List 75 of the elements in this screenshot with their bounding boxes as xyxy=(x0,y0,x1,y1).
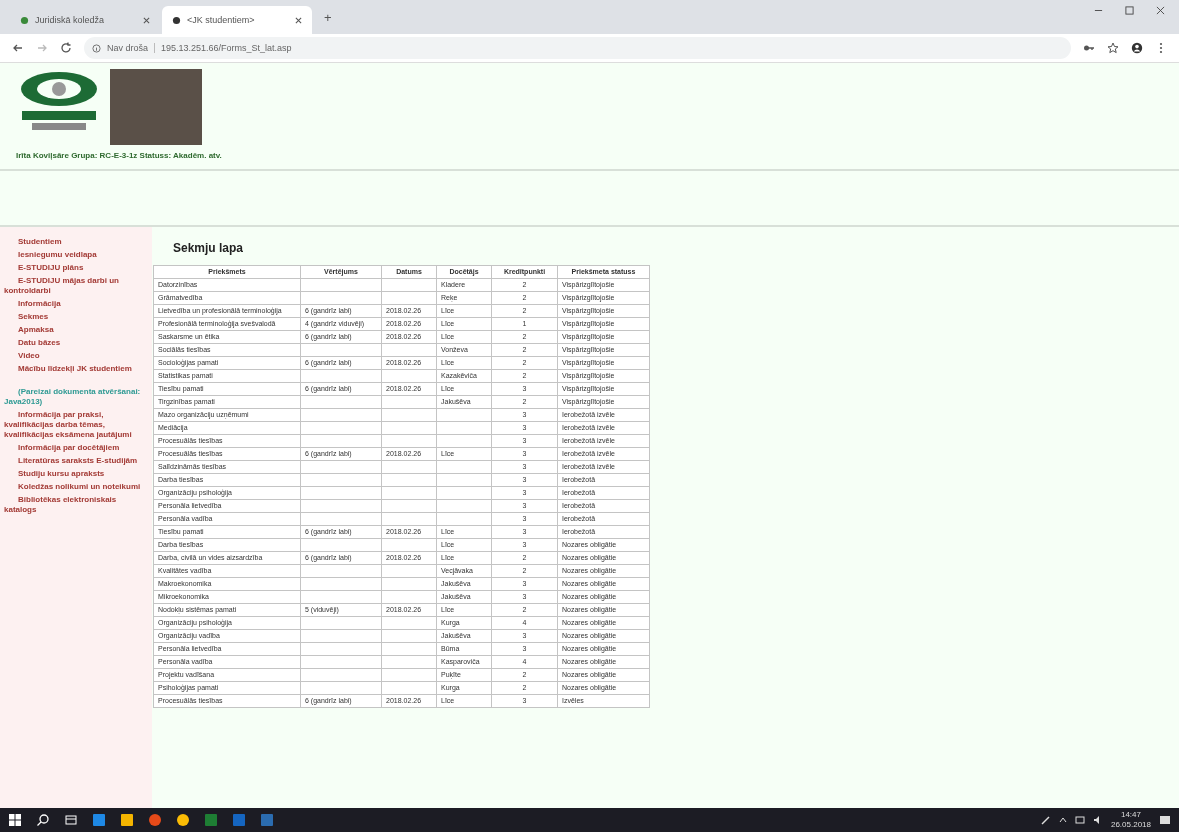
sidebar-link[interactable]: Informācija xyxy=(4,299,148,309)
account-icon[interactable] xyxy=(1131,42,1143,54)
table-cell xyxy=(381,434,437,448)
table-cell xyxy=(381,486,437,500)
browser-tab[interactable]: <JK studentiem> xyxy=(162,6,312,34)
table-cell xyxy=(436,499,492,513)
student-info: Irīta Koviļsāre Grupa: RC-E-3-1z Statuss: Akadēm. atv. xyxy=(16,151,223,160)
table-cell xyxy=(381,655,437,669)
table-cell xyxy=(381,512,437,526)
reload-icon[interactable] xyxy=(60,42,72,54)
table-cell xyxy=(436,408,492,422)
new-tab-button[interactable]: + xyxy=(320,9,336,25)
table-cell xyxy=(381,278,437,292)
sidebar-link[interactable]: Studentiem xyxy=(4,237,148,247)
sidebar-link[interactable]: Iesniegumu veidlapa xyxy=(4,250,148,260)
sidebar-link[interactable]: Studiju kursu apraksts xyxy=(4,469,148,479)
table-cell xyxy=(381,408,437,422)
url-text: 195.13.251.66/Forms_St_lat.asp xyxy=(154,43,292,53)
close-icon[interactable] xyxy=(143,16,150,24)
table-cell xyxy=(436,421,492,435)
table-cell xyxy=(381,421,437,435)
table-cell xyxy=(436,460,492,474)
task-view-icon[interactable] xyxy=(64,813,78,827)
close-icon[interactable] xyxy=(1156,6,1165,15)
search-icon[interactable] xyxy=(36,813,50,827)
site-icon xyxy=(20,15,29,25)
sidebar-link[interactable]: Sekmes xyxy=(4,312,148,322)
clock[interactable]: 14:47 26.05.2018 xyxy=(1110,810,1151,830)
table-cell xyxy=(381,642,437,656)
windows-start-icon[interactable] xyxy=(8,813,22,827)
sidebar-link[interactable]: Datu bāzes xyxy=(4,338,148,348)
table-cell xyxy=(436,486,492,500)
table-cell xyxy=(381,681,437,695)
browser-tab[interactable]: Juridiskā koledža xyxy=(10,6,160,34)
table-cell xyxy=(381,629,437,643)
table-cell xyxy=(381,460,437,474)
table-cell xyxy=(381,577,437,591)
table-cell xyxy=(381,343,437,357)
sidebar-link[interactable]: Video xyxy=(4,351,148,361)
sidebar-link[interactable]: Literatūras saraksts E-studijām xyxy=(4,456,148,466)
table-cell xyxy=(436,512,492,526)
pen-icon[interactable] xyxy=(1040,815,1051,825)
table-cell xyxy=(381,369,437,383)
security-label: Nav droša xyxy=(107,43,149,53)
caret-icon[interactable] xyxy=(1058,816,1067,824)
table-cell xyxy=(381,291,437,305)
table-cell xyxy=(381,538,437,552)
back-icon[interactable] xyxy=(12,42,24,54)
sidebar-link[interactable]: Bibliotēkas elektroniskais katalogs xyxy=(4,495,148,515)
star-icon[interactable] xyxy=(1107,42,1119,54)
table-cell xyxy=(381,616,437,630)
sidebar-link[interactable]: Informācija par praksi, kvalifikācijas darba tēmas, kvalifikācijas eksāmena jautājumi xyxy=(4,410,148,440)
sidebar-link[interactable]: Apmaksa xyxy=(4,325,148,335)
sidebar-link[interactable]: Mācību līdzekļi JK studentiem xyxy=(4,364,148,374)
sidebar-link[interactable]: Koledžas nolikumi un noteikumi xyxy=(4,482,148,492)
maximize-icon[interactable] xyxy=(1125,6,1134,15)
info-icon xyxy=(92,43,101,53)
page-title: Sekmju lapa xyxy=(173,241,245,255)
table-cell xyxy=(381,473,437,487)
table-cell xyxy=(381,499,437,513)
table-cell xyxy=(381,590,437,604)
address-bar[interactable]: Nav droša 195.13.251.66/Forms_St_lat.asp xyxy=(84,37,1071,59)
table-cell xyxy=(381,668,437,682)
sidebar-link[interactable]: E-STUDIJU mājas darbi un kontroldarbi xyxy=(4,276,148,296)
close-icon[interactable] xyxy=(295,16,302,24)
site-icon xyxy=(172,15,181,25)
sidebar-note: (Pareizai dokumenta atvēršanai: Java2013) xyxy=(4,387,142,407)
sidebar-link[interactable]: E-STUDIJU plāns xyxy=(4,263,148,273)
table-cell xyxy=(381,395,437,409)
table-cell xyxy=(436,473,492,487)
tab-title: Juridiskā koledža xyxy=(35,15,105,25)
tab-title: <JK studentiem> xyxy=(187,15,255,25)
sidebar-link[interactable]: Informācija par docētājiem xyxy=(4,443,148,453)
table-cell xyxy=(436,434,492,448)
table-cell xyxy=(381,564,437,578)
